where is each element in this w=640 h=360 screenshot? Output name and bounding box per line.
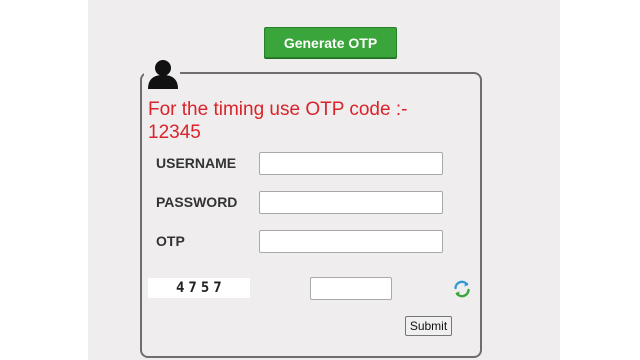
- otp-field[interactable]: [259, 230, 443, 253]
- captcha-code: 4757: [148, 278, 250, 298]
- page: Generate OTP For the timing use OTP code…: [0, 0, 640, 360]
- submit-button[interactable]: Submit: [405, 316, 452, 336]
- user-icon: [144, 58, 180, 90]
- password-label: PASSWORD: [156, 194, 238, 210]
- username-label: USERNAME: [156, 155, 237, 171]
- otp-hint-code: 12345: [148, 122, 201, 143]
- generate-otp-button[interactable]: Generate OTP: [264, 27, 397, 58]
- captcha-input[interactable]: [310, 277, 392, 300]
- otp-label: OTP: [156, 233, 185, 249]
- otp-hint-line1: For the timing use OTP code :-: [148, 99, 408, 120]
- otp-hint-message: For the timing use OTP code :- 12345: [148, 98, 448, 144]
- refresh-icon[interactable]: [452, 279, 472, 299]
- password-field[interactable]: [259, 191, 443, 214]
- username-field[interactable]: [259, 152, 443, 175]
